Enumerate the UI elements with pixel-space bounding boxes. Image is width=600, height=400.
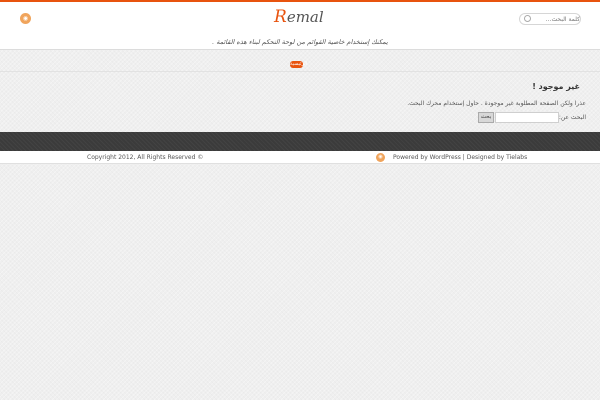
not-found-message: عذراً ولكن الصفحة المطلوبة غير موجودة . …	[407, 100, 586, 107]
rss-icon[interactable]: ◉	[376, 153, 385, 162]
site-logo[interactable]: Remal	[274, 7, 328, 29]
page-title: غير موجود !	[532, 82, 580, 91]
menu-hint-text: يمكنك إستخدام خاصية القوائم من لوحة التح…	[212, 38, 388, 46]
rss-icon[interactable]: ◉	[20, 13, 31, 24]
breadcrumb-home[interactable]: الرئيسية	[290, 61, 307, 68]
footer-widgets-bar	[0, 132, 600, 151]
site-header: ◉ Remal يمكنك إستخدام خاصية القوائم من ل…	[0, 2, 600, 50]
content-search-input[interactable]	[495, 112, 559, 123]
header-search-input[interactable]	[532, 14, 580, 24]
copyright-text: Copyright 2012, All Rights Reserved ©	[87, 154, 204, 161]
search-label: البحث عن:	[558, 114, 586, 121]
search-button[interactable]: بحث	[478, 112, 494, 123]
footer-credits[interactable]: Powered by WordPress | Designed by Tiela…	[393, 154, 533, 163]
header-search	[519, 13, 581, 25]
search-icon[interactable]	[524, 15, 531, 22]
